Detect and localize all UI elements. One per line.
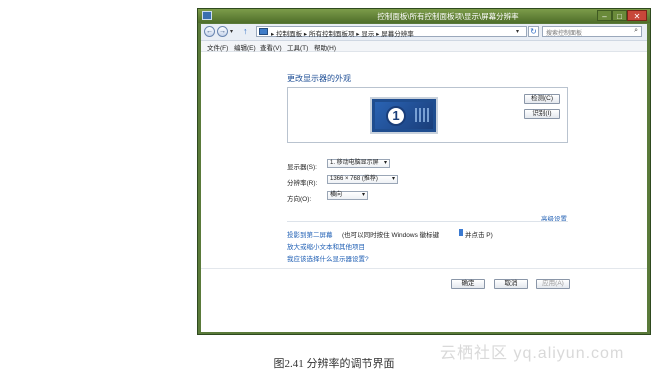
project-hint-text: (也可以同时按住 Windows 徽标键: [342, 232, 440, 239]
page-title: 更改显示器的外观: [287, 74, 351, 83]
text-size-link[interactable]: 放大或缩小文本和其他项目: [287, 241, 365, 251]
resolution-label: 分辨率(R):: [287, 180, 318, 187]
menu-view[interactable]: 查看(V): [260, 42, 282, 52]
project-hint-tail: 并点击 P): [465, 232, 493, 239]
control-panel-window: 控制面板\所有控制面板项\显示\屏幕分辨率 – □ ✕ ← → ▾ ↑ ▸ 控制…: [197, 8, 651, 335]
orientation-select[interactable]: 横向 ▾: [327, 191, 368, 200]
monitor-number: 1: [386, 106, 406, 126]
ok-button[interactable]: 确定: [451, 279, 485, 289]
menu-help[interactable]: 帮助(H): [314, 42, 336, 52]
windows-logo-icon: [456, 229, 463, 236]
up-arrow-icon[interactable]: ↑: [243, 26, 248, 36]
resolution-select[interactable]: 1366 × 768 (推荐) ▾: [327, 175, 398, 184]
close-button[interactable]: ✕: [627, 10, 647, 21]
navigation-bar: ← → ▾ ↑ ▸ 控制面板 ▸ 所有控制面板项 ▸ 显示 ▸ 屏幕分辨率 ▾ …: [201, 24, 647, 41]
resolution-select-value: 1366 × 768 (推荐): [330, 176, 378, 182]
chevron-down-icon: ▾: [391, 176, 395, 182]
search-box[interactable]: 搜索控制面板 ⌕: [542, 26, 642, 37]
recent-pages-chevron-icon[interactable]: ▾: [230, 28, 233, 35]
display-select[interactable]: 1. 移动电脑显示屏 ▾: [327, 159, 390, 168]
apply-button[interactable]: 应用(A): [536, 279, 570, 289]
window-client-area: ← → ▾ ↑ ▸ 控制面板 ▸ 所有控制面板项 ▸ 显示 ▸ 屏幕分辨率 ▾ …: [201, 24, 647, 332]
menu-edit[interactable]: 编辑(E): [234, 42, 256, 52]
orientation-label: 方向(O):: [287, 196, 312, 203]
display-preview-panel: 1 检测(C) 识别(I): [287, 87, 568, 143]
control-panel-icon: [259, 28, 268, 35]
monitor-pattern-icon: [415, 108, 429, 122]
chevron-down-icon: ▾: [361, 192, 365, 198]
control-panel-icon: [202, 11, 212, 20]
breadcrumb[interactable]: ▸ 控制面板 ▸ 所有控制面板项 ▸ 显示 ▸ 屏幕分辨率: [271, 28, 414, 38]
address-bar[interactable]: ▸ 控制面板 ▸ 所有控制面板项 ▸ 显示 ▸ 屏幕分辨率 ▾: [256, 26, 527, 38]
display-select-value: 1. 移动电脑显示屏: [330, 160, 379, 166]
figure-caption: 图2.41 分辨率的调节界面: [273, 358, 395, 370]
window-title: 控制面板\所有控制面板项\显示\屏幕分辨率: [377, 12, 519, 21]
title-bar[interactable]: 控制面板\所有控制面板项\显示\屏幕分辨率 – □ ✕: [198, 9, 650, 23]
refresh-icon[interactable]: ↻: [528, 26, 539, 37]
monitor-1-preview[interactable]: 1: [370, 97, 438, 134]
menu-bar: 文件(F) 编辑(E) 查看(V) 工具(T) 帮助(H): [201, 41, 647, 52]
search-input[interactable]: 搜索控制面板: [546, 28, 582, 37]
menu-file[interactable]: 文件(F): [207, 42, 228, 52]
chevron-down-icon[interactable]: ▾: [516, 28, 519, 35]
orientation-select-value: 横向: [330, 192, 343, 198]
forward-arrow-icon[interactable]: →: [217, 26, 228, 37]
cancel-button[interactable]: 取消: [494, 279, 528, 289]
menu-tools[interactable]: 工具(T): [287, 42, 308, 52]
search-icon[interactable]: ⌕: [634, 27, 638, 35]
minimize-button[interactable]: –: [597, 10, 612, 21]
maximize-button[interactable]: □: [612, 10, 627, 21]
display-label: 显示器(S):: [287, 164, 317, 171]
detect-button[interactable]: 检测(C): [524, 94, 560, 104]
monitor-screen: 1: [375, 102, 433, 129]
display-settings-help-link[interactable]: 我应该选择什么显示器设置?: [287, 253, 369, 263]
back-arrow-icon[interactable]: ←: [204, 26, 215, 37]
chevron-down-icon: ▾: [383, 160, 387, 166]
identify-button[interactable]: 识别(I): [524, 109, 560, 119]
divider: [287, 221, 568, 222]
project-second-screen-link[interactable]: 投影到第二屏幕: [287, 229, 333, 239]
divider: [201, 268, 647, 269]
